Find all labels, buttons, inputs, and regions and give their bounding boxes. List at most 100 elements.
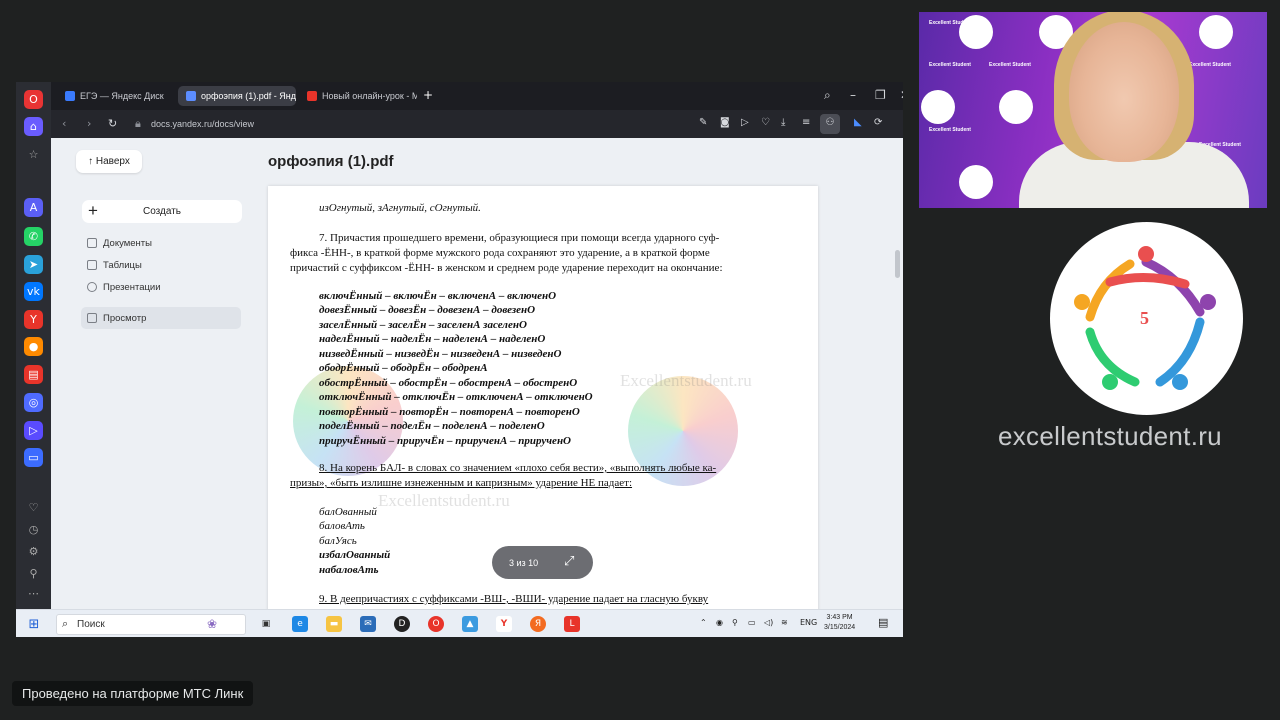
menu-documents[interactable]: Документы (81, 232, 241, 254)
word-line: низведЁнный – низведЁн – низведенА – низ… (319, 348, 562, 360)
heart-icon[interactable]: ♡ (24, 498, 43, 517)
badge-text: Excellent Student (929, 62, 971, 68)
paragraph-9: 9. В деепричастиях с суффиксами -ВШ-, -В… (319, 593, 709, 605)
edge-icon[interactable]: e (292, 616, 308, 632)
site-url: excellentstudent.ru (998, 421, 1222, 451)
docs-menu: + Создать Документы Таблицы Презентации … (68, 186, 253, 609)
fullscreen-icon[interactable]: ⤢ (564, 554, 574, 569)
tab-label: ЕГЭ — Яндекс Диск (80, 91, 164, 101)
table-icon (87, 260, 97, 270)
forward-icon[interactable]: › (87, 117, 91, 130)
opera-icon[interactable]: O (428, 616, 444, 632)
url-field[interactable]: docs.yandex.ru/docs/view (151, 119, 254, 129)
paragraph-8: 8. На корень БАЛ- в словах со значением … (319, 462, 717, 474)
scrollbar[interactable] (895, 250, 900, 278)
badge-logo-icon (959, 165, 993, 199)
badge-text: Excellent Student (929, 127, 971, 133)
paragraph-7: 7. Причастия прошедшего времени, образую… (319, 232, 720, 244)
word-line: баловАть (319, 520, 365, 532)
home-icon[interactable]: ⌂ (24, 117, 43, 136)
view-icon (87, 313, 97, 323)
tray-chevron-icon[interactable]: ⌃ (700, 618, 707, 627)
download-icon[interactable]: ⤓ (781, 117, 785, 128)
clock[interactable]: 3:43 PM 3/15/2024 (824, 613, 855, 633)
mts-link-icon[interactable]: L (564, 616, 580, 632)
opera-icon[interactable]: O (24, 90, 43, 109)
news-icon[interactable]: ▤ (24, 365, 43, 384)
pin-icon[interactable]: ⚲ (24, 564, 43, 583)
text-line: изОгнутый, зАгнутый, сОгнутый. (319, 202, 481, 214)
search-placeholder: Поиск (77, 619, 105, 630)
plus-icon: + (88, 201, 98, 220)
restore-icon[interactable]: ❐ (875, 88, 886, 102)
network-icon[interactable]: ▭ (748, 618, 756, 627)
back-icon[interactable]: ‹ (62, 117, 66, 130)
watermark-text: Excellentstudent.ru (620, 371, 752, 390)
twitch-icon[interactable]: ▭ (24, 448, 43, 467)
new-tab-button[interactable]: + (423, 88, 433, 102)
menu-presentations[interactable]: Презентации (81, 276, 241, 298)
profile-icon[interactable]: ⚇ (820, 114, 840, 134)
vk-icon[interactable]: vk (24, 282, 43, 301)
telegram-icon[interactable]: ➤ (24, 255, 43, 274)
tab-yandex-disk[interactable]: ЕГЭ — Яндекс Диск (57, 86, 177, 106)
paragraph-7: фикса -ЁНН-, в краткой форме мужского ро… (290, 247, 710, 259)
more-icon[interactable]: ⋯ (24, 584, 43, 603)
docs-viewer: ↑ Наверх орфоэпия (1).pdf + Создать Доку… (51, 138, 903, 609)
aria-icon[interactable]: A (24, 198, 43, 217)
history-icon[interactable]: ◷ (24, 520, 43, 539)
tray-icon[interactable]: ◉ (716, 618, 723, 627)
wifi-icon[interactable]: ≋ (781, 618, 788, 627)
paragraph-7: причастий с суффиксом -ЁНН- в женском и … (290, 262, 723, 274)
menu-view[interactable]: Просмотр (81, 307, 241, 329)
time: 3:43 PM (826, 614, 853, 621)
discord-icon[interactable]: ◎ (24, 393, 43, 412)
menu-label: Просмотр (103, 312, 147, 324)
app-icon[interactable]: ● (24, 337, 43, 356)
yandex-browser-icon[interactable]: Y (496, 616, 512, 632)
flow-icon[interactable]: ◣ (854, 117, 862, 128)
yandex-icon[interactable]: Я (530, 616, 546, 632)
shield-icon[interactable]: ⟳ (874, 117, 882, 128)
arrow-up-icon: ↑ (88, 156, 96, 167)
taskbar-search[interactable]: ⌕ Поиск ❀ (56, 614, 246, 635)
heart-icon[interactable]: ♡ (761, 117, 770, 128)
word-line: ободрЁнный – ободрЁн – ободренА (319, 362, 488, 374)
camera-icon[interactable]: ◙ (720, 117, 730, 128)
paragraph-8: призы», «быть излишне изнеженным и капри… (290, 477, 633, 489)
minimize-icon[interactable]: – (850, 88, 856, 102)
settings-icon[interactable]: ⚙ (24, 542, 43, 561)
windows-start-icon[interactable]: ⊞ (26, 616, 42, 632)
microphone-icon[interactable]: ⚲ (732, 618, 738, 627)
search-icon[interactable]: ⌕ (824, 88, 831, 103)
app-icon[interactable]: ▲ (462, 616, 478, 632)
menu-tables[interactable]: Таблицы (81, 254, 241, 276)
task-view-icon[interactable]: ▣ (258, 616, 274, 632)
platform-note: Проведено на платформе МТС Линк (12, 681, 254, 706)
volume-icon[interactable]: ◁) (764, 618, 773, 627)
explorer-icon[interactable]: ▬ (326, 616, 342, 632)
address-bar: ‹ › ↻ 🔒︎ docs.yandex.ru/docs/view ✎ ◙ ▷ … (51, 110, 903, 138)
back-to-top-button[interactable]: ↑ Наверх (76, 150, 142, 173)
language-indicator[interactable]: ENG (800, 618, 817, 627)
reload-icon[interactable]: ↻ (108, 117, 117, 130)
notification-icon[interactable]: ▤ (878, 616, 888, 629)
watermark-text: Excellentstudent.ru (378, 491, 510, 510)
whatsapp-icon[interactable]: ✆ (24, 227, 43, 246)
browser-sidebar: O ⌂ ☆ A ✆ ➤ vk Y ● ▤ ◎ ▷ ▭ ♡ ◷ ⚙ ⚲ ⋯ (16, 82, 51, 609)
create-button[interactable]: + Создать (82, 200, 242, 223)
word-line: балУясь (319, 535, 357, 547)
close-icon[interactable]: ✕ (900, 88, 903, 102)
send-icon[interactable]: ▷ (741, 117, 749, 128)
brand-logo-icon: 5 (1074, 246, 1216, 390)
bookmark-icon[interactable]: ☆ (24, 145, 43, 164)
yandex-icon[interactable]: Y (24, 310, 43, 329)
menu-icon[interactable]: ≡ (802, 117, 810, 128)
dell-icon[interactable]: D (394, 616, 410, 632)
tab-lesson[interactable]: Новый онлайн-урок - МТС (299, 86, 417, 106)
webcam-feed: Excellent Student Excellent Student Exce… (919, 12, 1267, 208)
mail-icon[interactable]: ✉ (360, 616, 376, 632)
player-icon[interactable]: ▷ (24, 421, 43, 440)
tab-pdf[interactable]: орфоэпия (1).pdf - Яндекс (178, 86, 296, 106)
edit-icon[interactable]: ✎ (699, 117, 707, 128)
